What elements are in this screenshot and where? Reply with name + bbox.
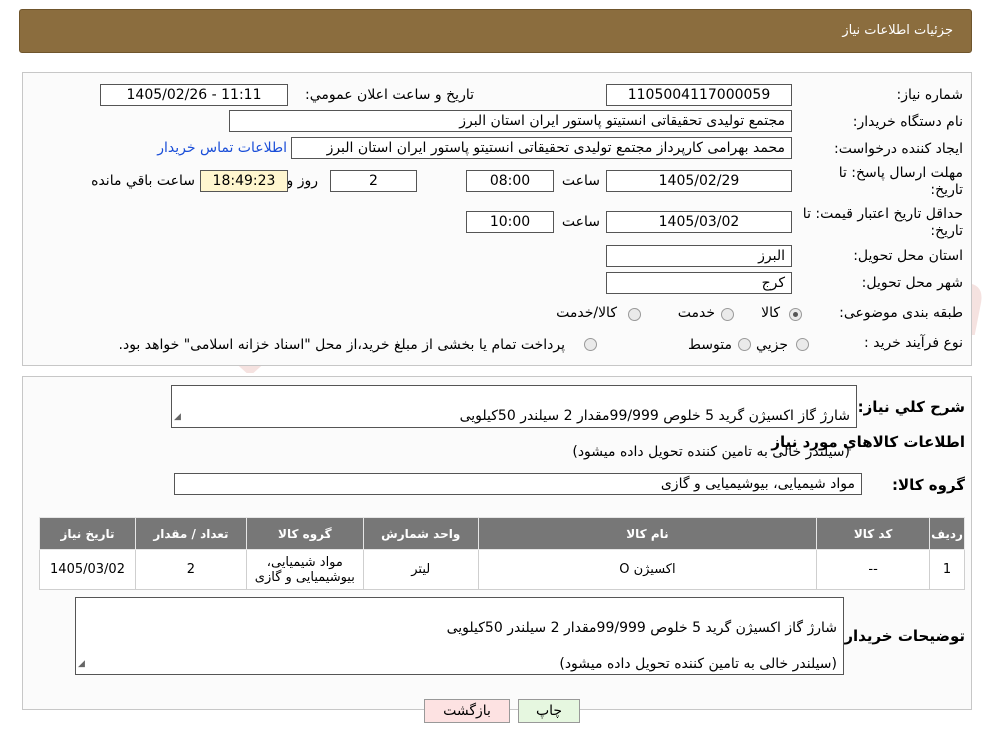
col-header-date: تاریخ نیاز [39, 517, 136, 550]
col-header-group: گروه کالا [245, 517, 364, 550]
process-option-minor: جزیي [756, 337, 788, 353]
buyer-org-field: مجتمع تولیدی تحقیقاتی انستیتو پاستور ایر… [229, 110, 792, 132]
remaining-label: ساعت باقي مانده [91, 173, 195, 189]
print-button[interactable]: چاپ [518, 699, 580, 723]
validity-label: حداقل تاریخ اعتبار قیمت: تا تاریخ: [802, 206, 963, 239]
announce-field: 1405/02/26 - 11:11 [100, 84, 288, 106]
process-label: نوع فرآیند خرید : [864, 335, 963, 351]
col-header-name: نام کالا [477, 517, 818, 550]
col-header-code: کد کالا [816, 517, 931, 550]
process-radio-treasury[interactable] [584, 338, 597, 351]
validity-time-field: 10:00 [466, 211, 554, 233]
deadline-date-field: 1405/02/29 [606, 170, 792, 192]
days-field: 2 [330, 170, 417, 192]
process-option-medium: متوسط [688, 337, 732, 353]
goods-group-field: مواد شیمیایی، بیوشیمیایی و گازی [174, 473, 862, 495]
validity-date-field: 1405/03/02 [606, 211, 792, 233]
goods-table: رديف کد کالا نام کالا واحد شمارش گروه کا… [39, 517, 965, 590]
category-radio-goods[interactable] [789, 308, 802, 321]
need-number-field: 1105004117000059 [606, 84, 792, 106]
cell-unit: لیتر [362, 549, 479, 590]
page-title: جزئیات اطلاعات نیاز [842, 23, 953, 38]
need-number-label: شماره نیاز: [896, 87, 964, 103]
category-option-goods: کالا [761, 305, 780, 321]
contact-info-link[interactable]: اطلاعات تماس خریدار [157, 140, 287, 156]
process-radio-minor[interactable] [796, 338, 809, 351]
col-header-qty: تعداد / مقدار [135, 517, 247, 550]
announce-label: تاریخ و ساعت اعلان عمومي: [305, 87, 474, 103]
creator-label: ایجاد کننده درخواست: [834, 141, 963, 157]
cell-date: 1405/03/02 [39, 549, 136, 590]
page-header: جزئیات اطلاعات نیاز [19, 9, 972, 53]
buyer-notes-textarea[interactable]: شارژ گاز اکسیژن گرید 5 خلوص 99/999مقدار … [75, 597, 844, 675]
resize-grip-icon[interactable]: ◢ [78, 655, 85, 673]
back-button[interactable]: بازگشت [424, 699, 510, 723]
goods-group-label: گروه کالا: [892, 476, 965, 494]
buyer-notes-line-2: (سیلندر خالی به تامین کننده تحویل داده م… [559, 656, 837, 672]
buyer-org-label: نام دستگاه خریدار: [852, 114, 963, 130]
table-row: 1 -- اکسیژن O لیتر مواد شیمیایی، بیوشیمی… [39, 549, 965, 590]
cell-name: اکسیژن O [477, 549, 818, 590]
description-line-1: شارژ گاز اکسیژن گرید 5 خلوص 99/999مقدار … [459, 408, 850, 424]
process-radio-medium[interactable] [738, 338, 751, 351]
process-note: پرداخت تمام یا بخشی از مبلغ خرید،از محل … [118, 337, 565, 353]
province-field: البرز [606, 245, 792, 267]
buyer-notes-line-1: شارژ گاز اکسیژن گرید 5 خلوص 99/999مقدار … [446, 620, 837, 636]
col-header-unit: واحد شمارش [362, 517, 479, 550]
cell-row-number: 1 [929, 549, 965, 590]
remaining-time-field: 18:49:23 [200, 170, 288, 192]
description-label: شرح کلي نياز: [857, 398, 965, 416]
cell-qty: 2 [135, 549, 247, 590]
resize-grip-icon[interactable]: ◢ [174, 408, 181, 426]
category-radio-service[interactable] [721, 308, 734, 321]
cell-code: -- [816, 549, 931, 590]
category-option-service: خدمت [677, 305, 715, 321]
creator-field: محمد بهرامی کارپرداز مجتمع تولیدی تحقیقا… [291, 137, 792, 159]
description-textarea[interactable]: شارژ گاز اکسیژن گرید 5 خلوص 99/999مقدار … [171, 385, 857, 460]
category-label: طبقه بندی موضوعی: [839, 305, 963, 321]
col-header-row-number: رديف [929, 517, 965, 550]
deadline-time-field: 08:00 [466, 170, 554, 192]
cell-group: مواد شیمیایی، بیوشیمیایی و گازی [245, 549, 364, 590]
category-radio-goods-service[interactable] [628, 308, 641, 321]
validity-time-label: ساعت [561, 214, 600, 230]
deadline-time-label: ساعت [561, 173, 600, 189]
category-option-goods-service: کالا/خدمت [556, 305, 617, 321]
deadline-label: مهلت ارسال پاسخ: تا تاریخ: [838, 165, 963, 198]
goods-info-title: اطلاعات کالاهاي مورد نياز [771, 433, 965, 451]
days-and-label: روز و [286, 173, 319, 189]
table-header-row: رديف کد کالا نام کالا واحد شمارش گروه کا… [39, 517, 965, 550]
city-label: شهر محل تحویل: [861, 275, 963, 291]
buyer-notes-label: توضیحات خریدار: [838, 627, 965, 645]
city-field: کرج [606, 272, 792, 294]
province-label: استان محل تحویل: [853, 248, 963, 264]
